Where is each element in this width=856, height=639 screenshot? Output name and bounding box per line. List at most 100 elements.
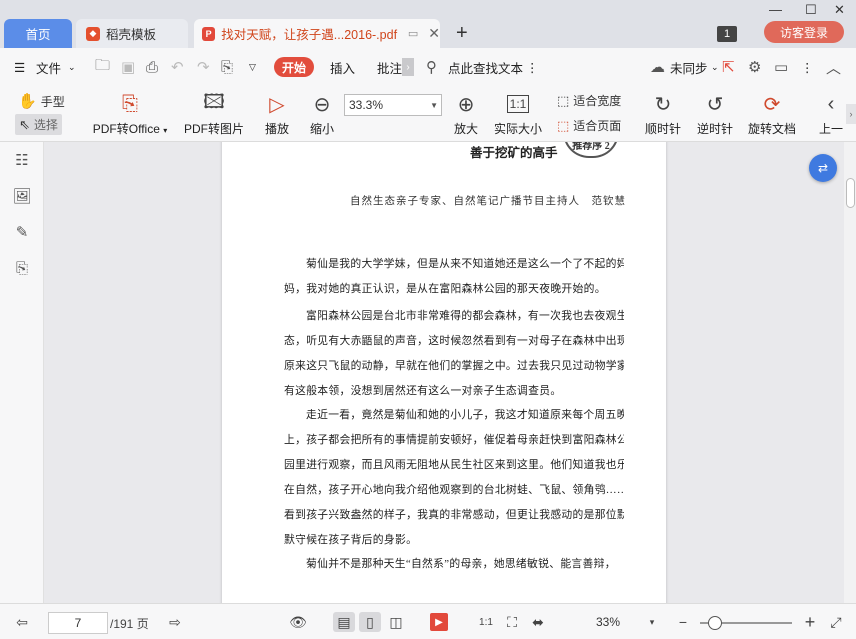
chevron-down-icon: ⌄ — [711, 61, 719, 72]
tab-insert-label: 插入 — [330, 61, 356, 76]
hand-tool-label: 手型 — [40, 94, 65, 109]
new-tab-icon[interactable]: + — [456, 22, 468, 45]
guest-login-button[interactable]: 访客登录 — [764, 21, 844, 43]
zoom-out-button[interactable]: ⊖ 缩小 — [307, 90, 337, 137]
hamburger-menu-icon[interactable]: ☰ — [14, 48, 25, 86]
minimize-icon[interactable]: — — [769, 2, 782, 17]
paragraph: 菊仙是我的大学学妹，但是从来不知道她还是这么一个了不起的妈 妈，我对她的真正认识… — [284, 252, 624, 302]
rotate-document-button[interactable]: ⟳ 旋转文档 — [746, 90, 798, 137]
previous-page-label: 上一 — [818, 122, 843, 136]
previous-page-arrow-icon[interactable]: ⇦ — [12, 612, 32, 632]
zoom-out-small-icon[interactable]: − — [673, 612, 693, 632]
page-heading: 善于挖矿的高手 — [470, 146, 558, 160]
pdf-file-icon: P — [202, 26, 216, 41]
paragraph: 菊仙并不是那种天生“自然系”的母亲，她思绪敏锐、能言善辩， — [284, 552, 624, 577]
pdf-to-office-button[interactable]: ⎘ PDF转Office ▾ — [90, 90, 170, 137]
zoom-percentage: 33% — [596, 615, 621, 629]
export-icon[interactable]: ⎘ — [221, 48, 233, 86]
paragraph-line: 默守候在孩子背后的身影。 — [284, 534, 418, 546]
floating-tool-icon[interactable]: ⇄ — [809, 154, 837, 182]
outline-list-icon[interactable]: ☷ — [12, 150, 32, 170]
tab-home[interactable]: 首页 — [4, 19, 72, 48]
pdf-to-image-button[interactable]: 🖾 PDF转图片 — [184, 90, 244, 137]
fullscreen-icon[interactable]: ⤢ — [826, 612, 846, 632]
continuous-view-icon[interactable]: ▯ — [359, 612, 381, 632]
chevron-down-icon: ⌄ — [67, 61, 76, 72]
paragraph-line: 妈，我对她的真正认识，是从在富阳森林公园的那天夜晚开始的。 — [284, 283, 606, 295]
redo-icon[interactable]: ↷ — [197, 48, 210, 86]
fit-width-button[interactable]: ⬚ 适合宽度 — [557, 92, 621, 109]
hand-icon: ✋ — [18, 93, 37, 110]
close-tab-icon[interactable]: ✕ — [428, 25, 440, 42]
play-button[interactable]: ▷ 播放 — [262, 90, 292, 137]
print-icon[interactable]: ⎙ — [146, 48, 158, 86]
page-subtitle: 自然生态亲子专家、自然笔记广播节目主持人 范钦慧 — [350, 196, 626, 207]
paragraph-line: 走近一看，竟然是菊仙和她的小儿子，我这才知道原来每个周五晚 — [306, 409, 624, 421]
tab-insert[interactable]: 插入 — [330, 48, 355, 86]
sync-status[interactable]: 未同步 ⌄ — [670, 48, 719, 86]
more-dropdown-icon[interactable]: ▽ — [249, 48, 256, 86]
select-tool-button[interactable]: ⇖ 选择 — [15, 114, 62, 135]
undo-icon[interactable]: ↶ — [171, 48, 184, 86]
previous-page-button[interactable]: ‹ 上一 — [816, 90, 846, 137]
comment-icon[interactable]: ▭ — [774, 48, 788, 86]
two-page-view-icon[interactable]: ◫ — [385, 612, 407, 632]
pdf-page: 善于挖矿的高手 推荐序 2 自然生态亲子专家、自然笔记广播节目主持人 范钦慧 菊… — [222, 142, 666, 603]
hand-tool-button[interactable]: ✋ 手型 — [18, 92, 65, 110]
tab-daoke[interactable]: ◆ 稻壳模板 — [76, 19, 188, 48]
rotate-clockwise-label: 顺时针 — [644, 122, 681, 136]
maximize-icon[interactable]: ☐ — [805, 2, 817, 18]
zoom-in-icon: ⊕ — [457, 93, 475, 116]
zoom-dropdown-icon[interactable]: ▾ — [642, 612, 662, 632]
share-icon[interactable]: ⇱ — [722, 48, 735, 86]
open-folder-icon[interactable]: 🗀 — [95, 48, 110, 86]
scrollbar-thumb[interactable] — [846, 178, 855, 208]
find-text-input[interactable]: 点此查找文本 — [448, 48, 523, 86]
signature-icon[interactable]: ⎘ — [12, 258, 32, 278]
tab-start[interactable]: 开始 — [274, 57, 314, 77]
next-page-arrow-icon[interactable]: ⇨ — [165, 612, 185, 632]
fit-width-small-icon[interactable]: ⬌ — [528, 612, 548, 632]
page-number-input[interactable]: 7 — [48, 612, 108, 634]
zoom-slider-handle[interactable] — [708, 616, 722, 630]
fit-page-small-icon[interactable]: ⛶ — [502, 612, 522, 632]
rotate-counterclockwise-button[interactable]: ↺ 逆时针 — [696, 90, 734, 137]
fit-page-label: 适合页面 — [573, 119, 622, 133]
expand-ribbon-icon[interactable]: › — [846, 104, 856, 124]
paragraph-line: 园里进行观察，而且风雨无阻地从民生社区来到这里。他们知道我也乐 — [284, 459, 624, 471]
rotate-clockwise-button[interactable]: ↻ 顺时针 — [644, 90, 682, 137]
select-tool-label: 选择 — [33, 118, 58, 132]
file-menu[interactable]: 文件 ⌄ — [36, 48, 76, 86]
close-window-icon[interactable]: ✕ — [834, 2, 845, 18]
vertical-scrollbar[interactable] — [844, 142, 856, 603]
actual-size-small-icon[interactable]: 1:1 — [476, 612, 496, 632]
window-count-badge[interactable]: 1 — [717, 26, 737, 42]
paragraph-line: 原来这只飞鼠的动静，早就在他们的掌握之中。过去我只见过动物学家 — [284, 360, 624, 372]
tab-start-label: 开始 — [281, 60, 306, 75]
zoom-level-select[interactable]: 33.3% ▼ — [344, 94, 442, 116]
scroll-tabs-right-icon[interactable]: › — [402, 58, 414, 76]
tab-annotate-label: 批注 — [377, 61, 403, 76]
eye-protection-icon[interactable]: 👁 — [288, 612, 308, 632]
save-icon[interactable]: ▣ — [121, 48, 135, 86]
zoom-in-button[interactable]: ⊕ 放大 — [451, 90, 481, 137]
tab-annotate[interactable]: 批注 — [377, 48, 402, 86]
tab-pdf-document[interactable]: P 找对天赋，让孩子遇...2016-.pdf ▭ ✕ — [194, 19, 440, 48]
more-options-icon[interactable]: ⋮ — [801, 48, 814, 86]
collapse-ribbon-icon[interactable]: ︿ — [826, 48, 841, 86]
settings-gear-icon[interactable]: ⚙ — [748, 48, 761, 86]
annotation-pen-icon[interactable]: ✎ — [12, 222, 32, 242]
single-page-view-icon[interactable]: ▤ — [333, 612, 355, 632]
paragraph-line: 在自然，孩子开心地向我介绍他观察到的台北树蛙、飞鼠、领角鸮…… — [284, 484, 624, 496]
play-slideshow-icon[interactable]: ▶ — [430, 613, 448, 631]
paragraph-line: 上，孩子都会把所有的事情提前安顿好，催促着母亲赶快到富阳森林公 — [284, 434, 624, 446]
zoom-in-small-icon[interactable]: + — [800, 612, 820, 632]
recommendation-badge: 推荐序 2 — [563, 142, 619, 158]
thumbnail-image-icon[interactable]: 🖼 — [12, 186, 32, 206]
actual-size-button[interactable]: 1:1 实际大小 — [492, 90, 544, 137]
more-vertical-icon[interactable]: ⋮ — [526, 48, 539, 86]
paragraph-line: 菊仙并不是那种天生“自然系”的母亲，她思绪敏锐、能言善辩， — [306, 558, 616, 570]
document-viewport[interactable]: 善于挖矿的高手 推荐序 2 自然生态亲子专家、自然笔记广播节目主持人 范钦慧 菊… — [44, 142, 844, 603]
fit-page-button[interactable]: ⬚ 适合页面 — [557, 117, 621, 134]
window-icon[interactable]: ▭ — [408, 27, 418, 40]
